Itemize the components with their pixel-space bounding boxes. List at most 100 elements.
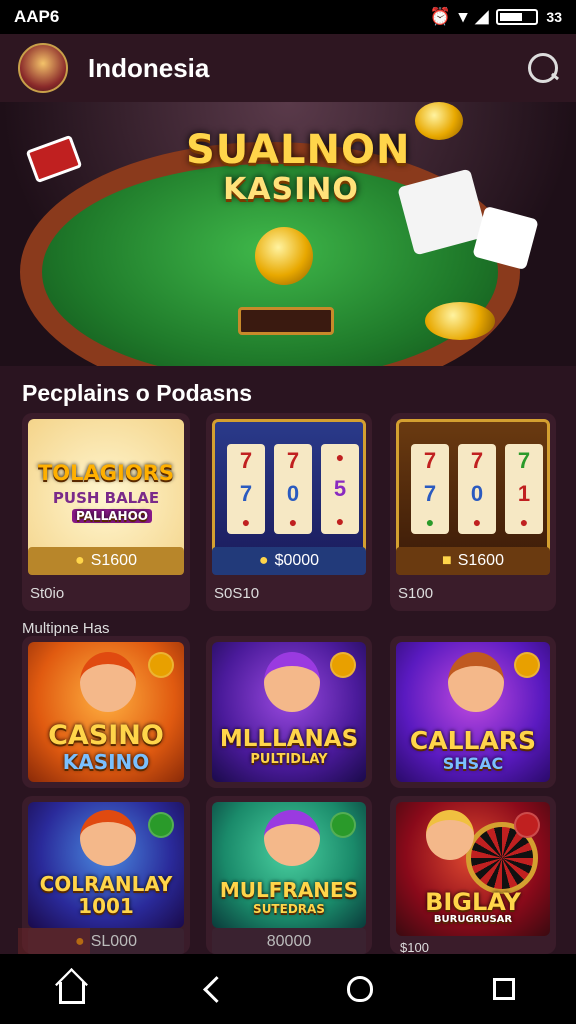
game-subtitle: SHSAC	[442, 754, 504, 773]
character-avatar	[80, 810, 136, 866]
game-card[interactable]: CASINO KASINO	[22, 636, 190, 788]
game-title: MULFRANES	[219, 878, 359, 902]
coin-icon	[255, 227, 313, 285]
carrier-text: AAP6	[14, 7, 60, 26]
price-value: S1600	[90, 552, 137, 569]
reel: 7 7 ●	[411, 444, 449, 534]
nav-back-button[interactable]	[186, 959, 246, 1019]
card-slot	[238, 307, 334, 335]
reel-symbol: 7	[423, 447, 437, 473]
game-title: TOLAGIORS	[37, 461, 174, 485]
home-icon	[59, 982, 85, 1004]
reel-symbol: ●	[288, 514, 298, 531]
reel-symbol: 5	[333, 475, 347, 501]
reel-symbol: 7	[286, 447, 300, 473]
game-title: COLRANLAY	[39, 872, 173, 896]
reel-symbol: 0	[470, 480, 484, 506]
reel-symbol: 0	[286, 480, 300, 506]
card-label: S0S10	[214, 585, 260, 602]
reel-symbol: ●	[519, 514, 529, 531]
hero-banner[interactable]: SUALNON KASINO	[0, 102, 576, 366]
reel: 7 0 ●	[458, 444, 496, 534]
nav-home-button[interactable]	[42, 959, 102, 1019]
game-card[interactable]: TOLAGIORS PUSH BALAE PALLAHOO ● S1600 St…	[22, 413, 190, 611]
game-title: MLLLANAS	[219, 726, 359, 752]
coin-icon: ●	[75, 552, 85, 569]
character-avatar	[448, 652, 504, 712]
app-header: Indonesia	[0, 34, 576, 102]
coin-icon: ●	[258, 552, 269, 569]
price-pill[interactable]: ● S1600	[28, 547, 184, 575]
reel: ● 5 ●	[321, 444, 359, 534]
battery-percent: 33	[546, 9, 562, 25]
game-title: CASINO	[48, 720, 164, 751]
bonus-badge-icon	[514, 812, 540, 838]
price-value: S1600	[457, 552, 504, 569]
coin-icon	[425, 302, 495, 340]
page-title: Indonesia	[88, 52, 210, 83]
game-thumbnail: COLRANLAY 1001	[28, 802, 184, 928]
nav-system-home-button[interactable]	[330, 959, 390, 1019]
hero-title-text: SUALNON	[186, 127, 411, 173]
game-thumbnail: MULFRANES SUTEDRAS	[212, 802, 366, 928]
price-value: SL000	[90, 933, 137, 950]
reel-symbol: ●	[472, 514, 482, 531]
reel-symbol: 7	[517, 447, 531, 473]
reel-symbol: 7	[470, 447, 484, 473]
recents-icon	[493, 978, 515, 1000]
status-bar: AAP6 ⏰ ▾ ◢ 33	[0, 0, 576, 34]
game-subtitle: PUSH BALAE	[52, 489, 160, 507]
card-label: S100	[398, 585, 434, 602]
game-title: CALLARS	[409, 726, 537, 755]
reel-symbol: 7	[239, 447, 253, 473]
alarm-icon: ⏰	[429, 7, 451, 26]
status-icons: ⏰ ▾ ◢ 33	[430, 7, 562, 27]
price-pill[interactable]: ■ S1600	[396, 547, 550, 575]
signal-icon: ◢	[475, 7, 489, 26]
game-subtitle: SUTEDRAS	[253, 902, 325, 916]
price-pill[interactable]: ● $0000	[212, 547, 366, 575]
price-value: $0000	[274, 552, 320, 569]
section-title: Multipne Has	[22, 620, 110, 637]
character-avatar	[426, 810, 474, 860]
game-thumbnail: MLLLANAS PULTIDLAY	[212, 642, 366, 782]
reel-symbol: ●	[425, 514, 435, 531]
reel-symbol: 7	[239, 480, 253, 506]
game-card[interactable]: 7 7 ● 7 0 ● 7 1 ● ■ S1600 S100	[390, 413, 556, 611]
game-thumbnail: CASINO KASINO	[28, 642, 184, 782]
search-icon[interactable]	[528, 53, 558, 83]
hero-title: SUALNON KASINO	[186, 130, 409, 210]
nav-recents-button[interactable]	[474, 959, 534, 1019]
game-thumbnail: CALLARS SHSAC	[396, 642, 550, 782]
reel: 7 1 ●	[505, 444, 543, 534]
game-title: BIGLAY	[425, 888, 521, 916]
chip-icon	[25, 134, 83, 184]
battery-icon	[496, 9, 539, 25]
navigation-bar	[0, 954, 576, 1024]
character-avatar	[264, 652, 320, 712]
price-pill[interactable]: 80000	[212, 928, 366, 954]
game-card[interactable]: MULFRANES SUTEDRAS 80000	[206, 796, 372, 954]
reel-symbol: ●	[335, 449, 345, 466]
game-subtitle: 1001	[78, 894, 134, 918]
game-card[interactable]: MLLLANAS PULTIDLAY	[206, 636, 372, 788]
card-label: St0io	[30, 585, 65, 602]
reel-symbol: 1	[517, 480, 531, 506]
coin-icon	[415, 102, 463, 140]
bonus-badge-icon	[514, 652, 540, 678]
back-icon	[202, 975, 230, 1003]
coin-icon: ■	[442, 552, 452, 569]
game-subtitle: PULTIDLAY	[250, 752, 328, 767]
avatar[interactable]	[18, 43, 68, 93]
game-card[interactable]: 7 7 ● 7 0 ● ● 5 ● ● $0000 S0S10	[206, 413, 372, 611]
game-card[interactable]: BIGLAY BURUGRUSAR $100	[390, 796, 556, 954]
game-thumbnail: BIGLAY BURUGRUSAR	[396, 802, 550, 936]
home-circle-icon	[347, 976, 373, 1002]
game-card[interactable]: CALLARS SHSAC	[390, 636, 556, 788]
game-subtitle-2: PALLAHOO	[72, 509, 152, 523]
reel: 7 7 ●	[227, 444, 265, 534]
reel-symbol: 7	[423, 480, 437, 506]
bonus-badge-icon	[330, 652, 356, 678]
wifi-icon: ▾	[458, 7, 468, 26]
reel-symbol: ●	[335, 512, 345, 529]
